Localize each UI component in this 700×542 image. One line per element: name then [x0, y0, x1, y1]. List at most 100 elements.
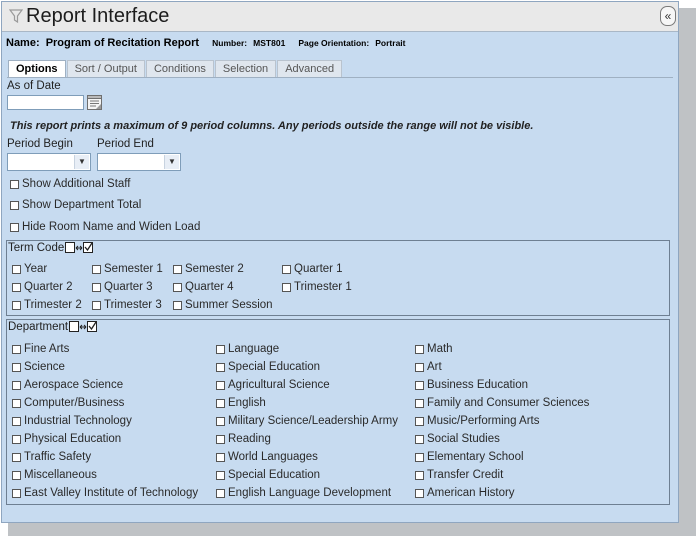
dept-miscellaneous-checkbox[interactable] [12, 470, 21, 480]
dept-military-science-option[interactable]: Military Science/Leadership Army [216, 415, 398, 427]
term-trimester-3-option[interactable]: Trimester 3 [92, 299, 162, 311]
dept-math-option[interactable]: Math [415, 343, 453, 355]
dept-computer-business-checkbox[interactable] [12, 398, 21, 408]
term-semester-1-option[interactable]: Semester 1 [92, 263, 163, 275]
show-additional-staff-checkbox[interactable] [10, 179, 19, 189]
calendar-icon[interactable] [87, 95, 102, 110]
term-year-option[interactable]: Year [12, 263, 47, 275]
dept-industrial-technology-checkbox[interactable] [12, 416, 21, 426]
dept-aerospace-science-option[interactable]: Aerospace Science [12, 379, 123, 391]
dept-elementary-school-option[interactable]: Elementary School [415, 451, 524, 463]
term-trimester-3-checkbox[interactable] [92, 300, 101, 310]
dept-business-education-checkbox[interactable] [415, 380, 424, 390]
dept-traffic-safety-label: Traffic Safety [24, 451, 92, 463]
tab-selection[interactable]: Selection [214, 60, 277, 77]
dept-military-science-checkbox[interactable] [216, 416, 225, 426]
dept-reading-checkbox[interactable] [216, 434, 225, 444]
select-toggle-icon[interactable] [65, 242, 94, 254]
dept-family-consumer-sciences-checkbox[interactable] [415, 398, 424, 408]
term-quarter-2-option[interactable]: Quarter 2 [12, 281, 73, 293]
tab-sort-output[interactable]: Sort / Output [66, 60, 145, 77]
report-number: MST801 [253, 38, 286, 48]
dept-world-languages-checkbox[interactable] [216, 452, 225, 462]
term-semester-2-checkbox[interactable] [173, 264, 182, 274]
dept-agricultural-science-checkbox[interactable] [216, 380, 225, 390]
dept-agricultural-science-option[interactable]: Agricultural Science [216, 379, 330, 391]
dept-special-education-option[interactable]: Special Education [216, 361, 320, 373]
term-quarter-3-checkbox[interactable] [92, 282, 101, 292]
dept-science-checkbox[interactable] [12, 362, 21, 372]
term-quarter-4-option[interactable]: Quarter 4 [173, 281, 234, 293]
dept-english-checkbox[interactable] [216, 398, 225, 408]
dept-elementary-school-checkbox[interactable] [415, 452, 424, 462]
dept-transfer-credit-checkbox[interactable] [415, 470, 424, 480]
period-begin-select[interactable]: ▼ [7, 153, 91, 171]
term-summer-session-option[interactable]: Summer Session [173, 299, 273, 311]
dept-world-languages-option[interactable]: World Languages [216, 451, 318, 463]
dept-physical-education-checkbox[interactable] [12, 434, 21, 444]
term-quarter-3-option[interactable]: Quarter 3 [92, 281, 153, 293]
dept-special-education-2-option[interactable]: Special Education [216, 469, 320, 481]
dept-industrial-technology-option[interactable]: Industrial Technology [12, 415, 132, 427]
dept-fine-arts-checkbox[interactable] [12, 344, 21, 354]
dept-american-history-option[interactable]: American History [415, 487, 515, 499]
dept-music-performing-arts-checkbox[interactable] [415, 416, 424, 426]
dept-fine-arts-option[interactable]: Fine Arts [12, 343, 69, 355]
dept-social-studies-checkbox[interactable] [415, 434, 424, 444]
tab-conditions[interactable]: Conditions [145, 60, 214, 77]
term-trimester-2-option[interactable]: Trimester 2 [12, 299, 82, 311]
term-summer-session-checkbox[interactable] [173, 300, 182, 310]
term-quarter-1-option[interactable]: Quarter 1 [282, 263, 343, 275]
dept-east-valley-label: East Valley Institute of Technology [24, 487, 199, 499]
as-of-date-input[interactable] [7, 95, 84, 110]
dept-art-option[interactable]: Art [415, 361, 442, 373]
tab-options[interactable]: Options [8, 60, 66, 78]
term-year-checkbox[interactable] [12, 264, 21, 274]
dept-computer-business-option[interactable]: Computer/Business [12, 397, 124, 409]
dept-east-valley-option[interactable]: East Valley Institute of Technology [12, 487, 198, 499]
dept-language-checkbox[interactable] [216, 344, 225, 354]
term-semester-2-option[interactable]: Semester 2 [173, 263, 244, 275]
term-quarter-1-checkbox[interactable] [282, 264, 291, 274]
dept-reading-option[interactable]: Reading [216, 433, 271, 445]
collapse-button[interactable]: « [660, 6, 676, 26]
show-department-total-option[interactable]: Show Department Total [10, 199, 141, 211]
dept-family-consumer-sciences-option[interactable]: Family and Consumer Sciences [415, 397, 589, 409]
dept-music-performing-arts-option[interactable]: Music/Performing Arts [415, 415, 539, 427]
dept-math-checkbox[interactable] [415, 344, 424, 354]
dept-language-option[interactable]: Language [216, 343, 279, 355]
term-trimester-1-checkbox[interactable] [282, 282, 291, 292]
dept-special-education-2-checkbox[interactable] [216, 470, 225, 480]
show-department-total-checkbox[interactable] [10, 200, 19, 210]
dept-transfer-credit-option[interactable]: Transfer Credit [415, 469, 503, 481]
window-title: Report Interface [26, 5, 170, 27]
dept-social-studies-option[interactable]: Social Studies [415, 433, 500, 445]
hide-room-name-checkbox[interactable] [10, 222, 19, 232]
period-end-select[interactable]: ▼ [97, 153, 181, 171]
term-trimester-2-checkbox[interactable] [12, 300, 21, 310]
dept-english-language-development-option[interactable]: English Language Development [216, 487, 391, 499]
report-orientation: Portrait [375, 38, 406, 48]
dept-aerospace-science-checkbox[interactable] [12, 380, 21, 390]
select-toggle-icon[interactable] [69, 321, 98, 333]
dept-east-valley-checkbox[interactable] [12, 488, 21, 498]
dept-business-education-option[interactable]: Business Education [415, 379, 528, 391]
dept-science-option[interactable]: Science [12, 361, 65, 373]
dept-traffic-safety-option[interactable]: Traffic Safety [12, 451, 91, 463]
dept-english-language-development-checkbox[interactable] [216, 488, 225, 498]
dept-american-history-checkbox[interactable] [415, 488, 424, 498]
dept-english-option[interactable]: English [216, 397, 266, 409]
dept-art-checkbox[interactable] [415, 362, 424, 372]
dept-special-education-checkbox[interactable] [216, 362, 225, 372]
dept-physical-education-option[interactable]: Physical Education [12, 433, 121, 445]
term-trimester-1-option[interactable]: Trimester 1 [282, 281, 352, 293]
term-quarter-2-checkbox[interactable] [12, 282, 21, 292]
dept-miscellaneous-option[interactable]: Miscellaneous [12, 469, 97, 481]
dept-traffic-safety-checkbox[interactable] [12, 452, 21, 462]
show-additional-staff-option[interactable]: Show Additional Staff [10, 178, 130, 190]
term-semester-1-checkbox[interactable] [92, 264, 101, 274]
dept-science-label: Science [24, 361, 65, 373]
tab-advanced[interactable]: Advanced [277, 60, 343, 77]
term-quarter-4-checkbox[interactable] [173, 282, 182, 292]
hide-room-name-option[interactable]: Hide Room Name and Widen Load [10, 221, 200, 233]
